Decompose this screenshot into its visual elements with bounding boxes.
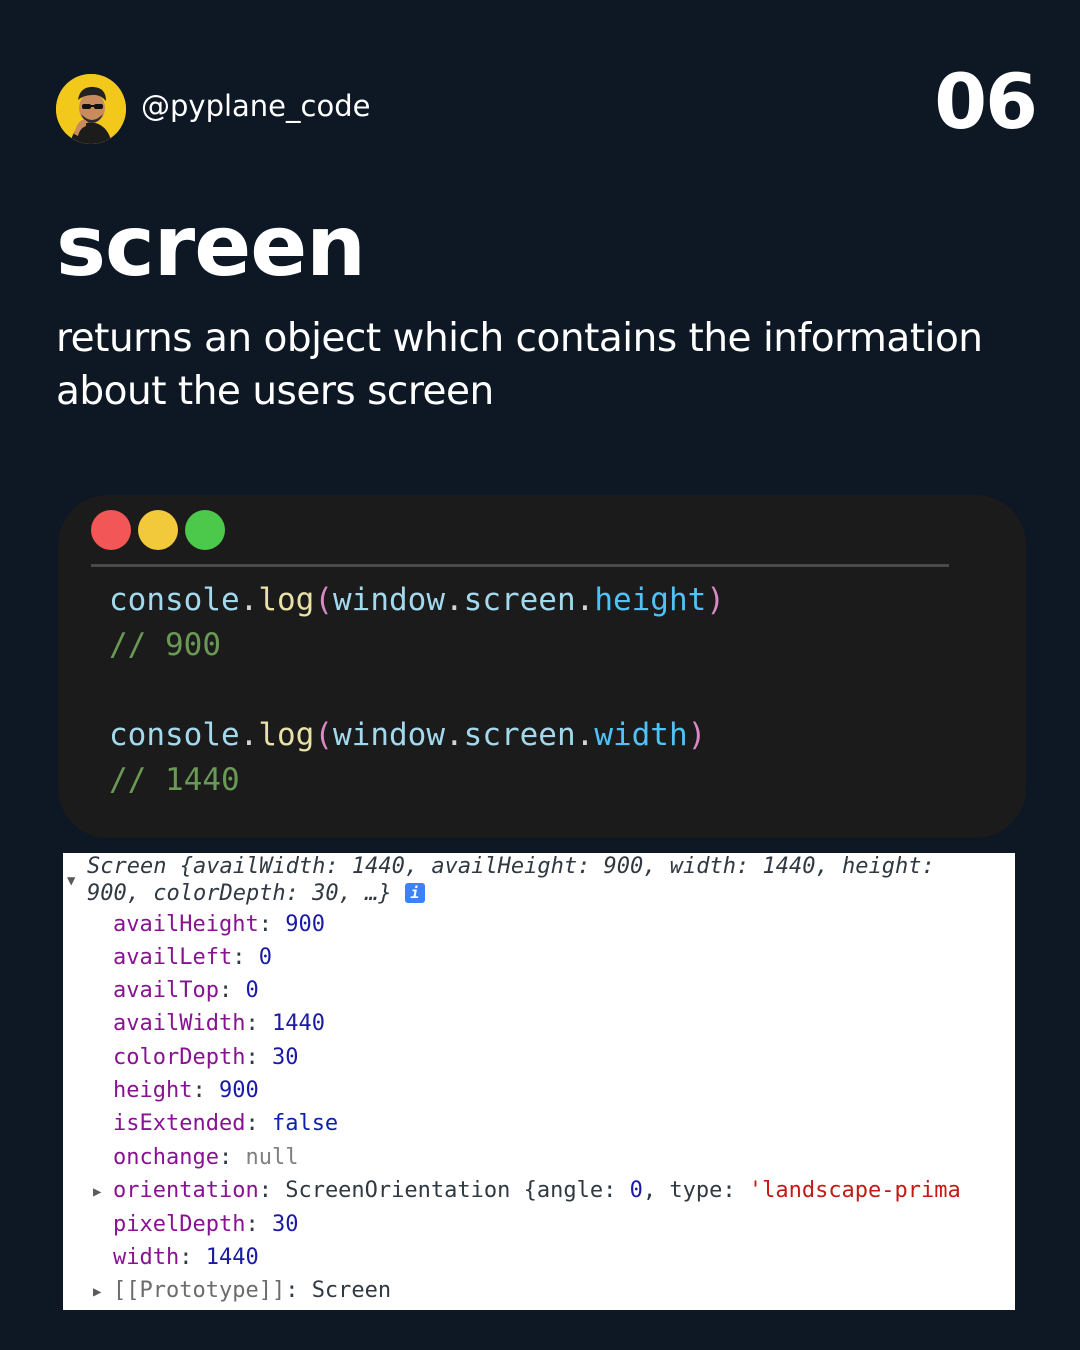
window-divider xyxy=(91,564,949,567)
window-minimize-dot xyxy=(138,510,178,550)
code-arg-property: width xyxy=(594,717,688,753)
code-object: console xyxy=(109,717,240,753)
window-close-dot xyxy=(91,510,131,550)
code-arg-object: window xyxy=(333,582,445,618)
property-row: availLeft: 0 xyxy=(113,945,272,970)
property-key: availHeight xyxy=(113,912,259,937)
property-key: width xyxy=(113,1245,180,1270)
expand-toggle-icon[interactable]: ▼ xyxy=(67,873,75,889)
console-output: ▼ Screen {availWidth: 1440, availHeight:… xyxy=(63,853,1015,1310)
property-value: Screen xyxy=(311,1278,392,1303)
account-handle: @pyplane_code xyxy=(141,89,371,123)
property-value: 1440 xyxy=(271,1011,325,1036)
code-comment: // 1440 xyxy=(109,762,240,798)
property-value: 1440 xyxy=(205,1245,259,1270)
property-key: orientation xyxy=(113,1178,259,1203)
property-row: width: 1440 xyxy=(113,1245,259,1270)
expand-prototype-icon[interactable]: ▶ xyxy=(93,1284,101,1300)
window-maximize-dot xyxy=(185,510,225,550)
property-row-orientation[interactable]: orientation: ScreenOrientation {angle: 0… xyxy=(113,1174,961,1207)
code-method: log xyxy=(258,717,315,753)
avatar-illustration-icon xyxy=(56,74,126,144)
code-arg-object: window xyxy=(333,717,445,753)
property-row-prototype[interactable]: [[Prototype]]: Screen xyxy=(113,1274,391,1307)
property-value: null xyxy=(245,1145,299,1170)
property-value: false xyxy=(271,1111,339,1136)
summary-line-1: Screen {availWidth: 1440, availHeight: 9… xyxy=(87,854,935,879)
orientation-class: ScreenOrientation xyxy=(285,1178,511,1203)
code-arg-property: height xyxy=(594,582,707,618)
property-row: availTop: 0 xyxy=(113,978,259,1003)
property-row: height: 900 xyxy=(113,1078,259,1103)
code-comment: // 900 xyxy=(109,627,221,663)
property-key: pixelDepth xyxy=(113,1212,246,1237)
property-row: pixelDepth: 30 xyxy=(113,1212,299,1237)
property-key: onchange xyxy=(113,1145,219,1170)
property-key: availTop xyxy=(113,978,219,1003)
property-value: 0 xyxy=(245,978,259,1003)
page-number: 06 xyxy=(934,57,1038,146)
code-method: log xyxy=(258,582,315,618)
property-key: availLeft xyxy=(113,945,233,970)
property-key: [[Prototype]] xyxy=(113,1278,286,1303)
avatar xyxy=(56,74,126,144)
code-arg-middle: screen xyxy=(463,582,576,618)
property-value: 0 xyxy=(258,945,272,970)
property-value: 30 xyxy=(271,1045,299,1070)
console-summary[interactable]: Screen {availWidth: 1440, availHeight: 9… xyxy=(87,853,1007,907)
property-value: 30 xyxy=(271,1212,299,1237)
property-row: isExtended: false xyxy=(113,1111,339,1136)
expand-orientation-icon[interactable]: ▶ xyxy=(93,1184,101,1200)
property-value: 900 xyxy=(218,1078,259,1103)
summary-line-2: 900, colorDepth: 30, …} xyxy=(87,881,392,906)
property-key: colorDepth xyxy=(113,1045,246,1070)
property-row: onchange: null xyxy=(113,1145,299,1170)
property-row: colorDepth: 30 xyxy=(113,1045,299,1070)
info-icon[interactable]: i xyxy=(404,883,425,903)
orientation-type-key: type xyxy=(669,1178,723,1203)
property-key: isExtended xyxy=(113,1111,246,1136)
code-object: console xyxy=(109,582,240,618)
orientation-angle-key: angle xyxy=(536,1178,604,1203)
orientation-angle-value: 0 xyxy=(629,1178,643,1203)
property-key: height xyxy=(113,1078,193,1103)
code-window: console.log(window.screen.height) // 900… xyxy=(58,495,1026,838)
code-line: console.log(window.screen.height) xyxy=(109,582,725,618)
code-arg-middle: screen xyxy=(463,717,576,753)
description: returns an object which contains the inf… xyxy=(56,316,983,414)
property-row: availHeight: 900 xyxy=(113,912,325,937)
property-row: availWidth: 1440 xyxy=(113,1011,325,1036)
code-line: console.log(window.screen.width) xyxy=(109,717,707,753)
property-value: 900 xyxy=(285,912,325,937)
page-title: screen xyxy=(56,197,366,295)
property-key: availWidth xyxy=(113,1011,246,1036)
orientation-type-value: 'landscape-prima xyxy=(748,1178,961,1203)
